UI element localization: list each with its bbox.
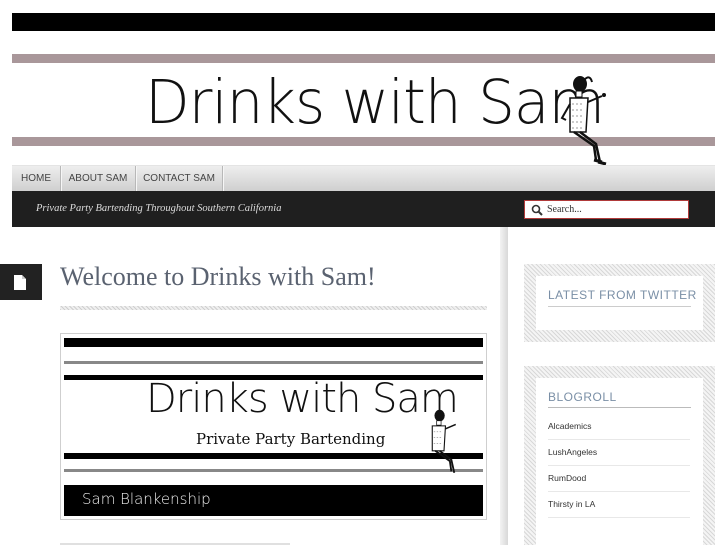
blogroll-link-thirsty-in-la[interactable]: Thirsty in LA xyxy=(548,499,595,509)
blogroll-link-lushangeles[interactable]: LushAngeles xyxy=(548,447,597,457)
main-nav: HOME ABOUT SAM CONTACT SAM xyxy=(12,165,715,192)
blogroll-widget-body: BLOGROLL Alcademics LushAngeles RumDood … xyxy=(536,378,703,545)
banner-stripe xyxy=(64,338,483,347)
banner-stripe xyxy=(64,453,483,459)
top-bar xyxy=(12,13,715,31)
post-type-badge xyxy=(0,264,42,300)
banner-logo: Drinks with Sam xyxy=(146,376,459,422)
nav-item-about-sam[interactable]: ABOUT SAM xyxy=(61,166,136,191)
nav-item-contact-sam[interactable]: CONTACT SAM xyxy=(136,166,223,191)
site-tagline: Private Party Bartending Throughout Sout… xyxy=(36,203,282,214)
banner-subtitle: Private Party Bartending xyxy=(196,430,386,448)
twitter-widget-title: LATEST FROM TWITTER xyxy=(548,288,697,302)
banner-stripe xyxy=(64,469,483,472)
document-icon xyxy=(14,275,26,290)
list-divider xyxy=(548,439,690,440)
blogroll-link-rumdood[interactable]: RumDood xyxy=(548,473,586,483)
nav-item-home[interactable]: HOME xyxy=(12,166,61,191)
post-title[interactable]: Welcome to Drinks with Sam! xyxy=(60,262,376,292)
search-icon[interactable] xyxy=(531,204,543,216)
banner-name: Sam Blankenship xyxy=(82,490,211,508)
flapper-illustration xyxy=(560,76,607,166)
twitter-widget-body: LATEST FROM TWITTER xyxy=(536,276,703,330)
search-box xyxy=(524,200,689,219)
title-divider xyxy=(60,306,487,310)
blogroll-widget: BLOGROLL Alcademics LushAngeles RumDood … xyxy=(524,366,715,545)
banner-flapper-illustration xyxy=(431,409,457,473)
search-input[interactable] xyxy=(547,201,685,218)
widget-divider xyxy=(548,306,691,307)
blogroll-link-alcademics[interactable]: Alcademics xyxy=(548,421,591,431)
site-logo[interactable]: Drinks with Sam xyxy=(145,60,605,144)
blogroll-widget-title: BLOGROLL xyxy=(548,390,617,404)
banner-stripe xyxy=(64,361,483,364)
list-divider xyxy=(548,465,690,466)
twitter-widget: LATEST FROM TWITTER xyxy=(524,264,715,342)
widget-divider xyxy=(548,407,691,408)
list-divider xyxy=(548,491,690,492)
list-divider xyxy=(548,517,690,518)
content-divider xyxy=(500,227,508,545)
